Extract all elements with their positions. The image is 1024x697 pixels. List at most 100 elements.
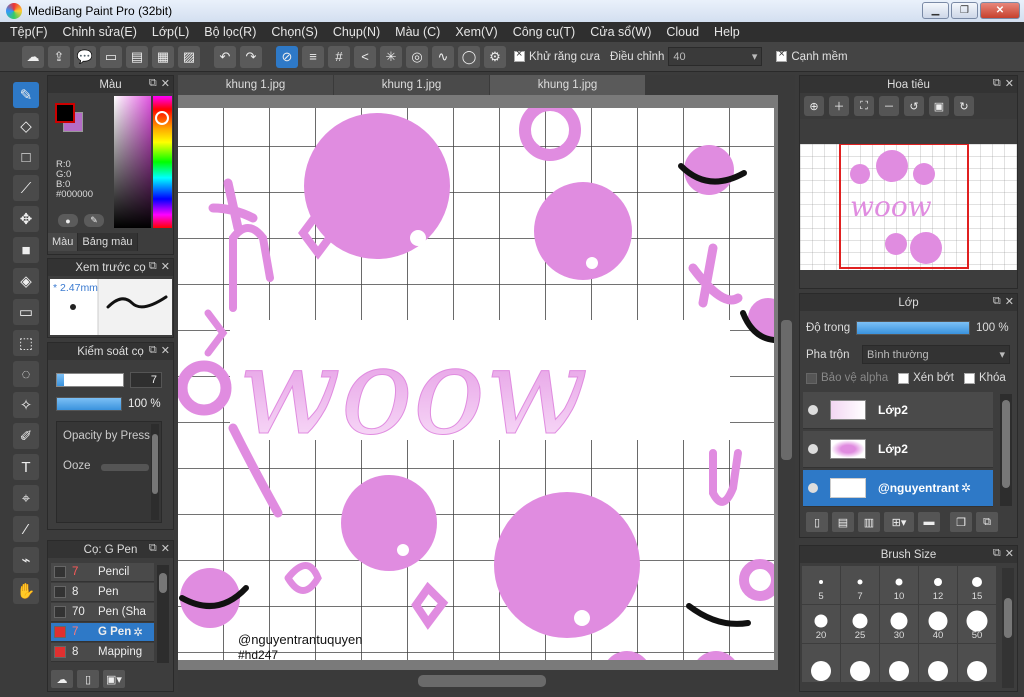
menu-tools[interactable]: Công cụ(T) bbox=[513, 25, 576, 39]
hue-handle[interactable] bbox=[155, 111, 169, 125]
brush-size-option[interactable]: 50 bbox=[958, 605, 996, 643]
brush-size-option[interactable]: 40 bbox=[919, 605, 957, 643]
popout-icon[interactable]: ⧉ bbox=[993, 295, 1001, 308]
navigator-thumbnail[interactable]: woow bbox=[800, 143, 1017, 270]
menu-select[interactable]: Chọn(S) bbox=[271, 25, 318, 39]
options-scrollbar[interactable] bbox=[151, 424, 159, 520]
gear-icon[interactable]: ✲ bbox=[961, 481, 971, 495]
lock-checkbox[interactable] bbox=[963, 372, 975, 384]
brush-opacity-slider[interactable] bbox=[56, 397, 122, 411]
layer-row[interactable]: Lớp2 bbox=[803, 431, 993, 468]
page-manager-icon[interactable]: ▦ bbox=[152, 45, 174, 68]
popout-icon[interactable]: ⧉ bbox=[149, 77, 157, 90]
zoom-out-icon[interactable]: － bbox=[879, 96, 899, 116]
brush-size-option[interactable] bbox=[919, 644, 957, 682]
brush-item-mapping[interactable]: 8 Mapping bbox=[51, 643, 154, 662]
snap-grid-icon[interactable]: # bbox=[328, 45, 350, 68]
menu-cloud[interactable]: Cloud bbox=[666, 25, 699, 39]
eye-icon[interactable] bbox=[808, 483, 818, 493]
minimize-button[interactable]: ▁ bbox=[922, 2, 949, 19]
actual-size-icon[interactable]: ▣ bbox=[929, 96, 949, 116]
eraser-tool-icon[interactable]: ◇ bbox=[13, 113, 39, 139]
lasso-tool-icon[interactable]: ◌ bbox=[13, 361, 39, 387]
close-icon[interactable]: ✕ bbox=[1005, 295, 1014, 308]
layer-row[interactable]: Lớp2 bbox=[803, 392, 993, 429]
blur-tool-icon[interactable]: ⟋ bbox=[13, 175, 39, 201]
snap-curve-icon[interactable]: ∿ bbox=[432, 45, 454, 68]
blend-mode-select[interactable]: Bình thường ▾ bbox=[862, 345, 1010, 364]
brush-size-scrollbar[interactable] bbox=[1002, 568, 1014, 688]
tab-document-3[interactable]: khung 1.jpg bbox=[490, 75, 645, 95]
select-tool-icon[interactable]: ⬚ bbox=[13, 330, 39, 356]
fill-rect-tool-icon[interactable]: ■ bbox=[13, 237, 39, 263]
adjust-select[interactable]: 40 ▾ bbox=[668, 47, 763, 66]
menu-layer[interactable]: Lớp(L) bbox=[152, 25, 189, 39]
snap-parallel-icon[interactable]: ≡ bbox=[302, 45, 324, 68]
operation-tool-icon[interactable]: ⌖ bbox=[13, 485, 39, 511]
brush-item-pen-shading[interactable]: 70 Pen (Sha bbox=[51, 603, 154, 622]
merge-layer-icon[interactable]: ⧉ bbox=[976, 512, 998, 532]
eyedropper-tool-icon[interactable]: ⌁ bbox=[13, 547, 39, 573]
rotate-left-icon[interactable]: ↺ bbox=[904, 96, 924, 116]
menu-window[interactable]: Cửa sổ(W) bbox=[590, 25, 651, 39]
menu-view[interactable]: Xem(V) bbox=[455, 25, 497, 39]
tab-color[interactable]: Màu bbox=[48, 233, 79, 251]
brush-size-option[interactable]: 7 bbox=[841, 566, 879, 604]
duplicate-layer-icon[interactable]: ❐ bbox=[950, 512, 972, 532]
brush-size-option[interactable] bbox=[880, 644, 918, 682]
menu-snap[interactable]: Chụp(N) bbox=[333, 25, 380, 39]
popout-icon[interactable]: ⧉ bbox=[149, 542, 157, 555]
share-icon[interactable]: ⇪ bbox=[48, 45, 70, 68]
popout-icon[interactable]: ⧉ bbox=[993, 547, 1001, 560]
saturation-value-picker[interactable] bbox=[114, 96, 151, 228]
redo-icon[interactable]: ↷ bbox=[240, 45, 262, 68]
layer-row-active[interactable]: @nguyentrant ✲ bbox=[803, 470, 993, 507]
soft-edge-checkbox[interactable] bbox=[776, 48, 788, 62]
zoom-in-icon[interactable]: ＋ bbox=[829, 96, 849, 116]
snap-ellipse-icon[interactable]: ◯ bbox=[458, 45, 480, 68]
tab-document-2[interactable]: khung 1.jpg bbox=[334, 75, 489, 95]
brush-size-value[interactable]: 7 bbox=[130, 372, 162, 388]
new-halftone-layer-icon[interactable]: ▤ bbox=[832, 512, 854, 532]
brush-size-option[interactable] bbox=[958, 644, 996, 682]
brush-size-option[interactable]: 5 bbox=[802, 566, 840, 604]
brush-size-option[interactable]: 30 bbox=[880, 605, 918, 643]
cloud-icon[interactable]: ☁ bbox=[22, 45, 44, 68]
add-layer-menu-icon[interactable]: ⊞▾ bbox=[884, 512, 914, 532]
brush-item-pen[interactable]: 8 Pen bbox=[51, 583, 154, 602]
undo-icon[interactable]: ↶ bbox=[214, 45, 236, 68]
layer-opacity-slider[interactable] bbox=[856, 321, 970, 335]
color-add-icon[interactable]: ● bbox=[58, 214, 78, 227]
snap-radial-icon[interactable]: ✳ bbox=[380, 45, 402, 68]
brush-size-option[interactable]: 15 bbox=[958, 566, 996, 604]
protect-alpha-checkbox[interactable] bbox=[806, 372, 817, 384]
snap-circle-icon[interactable]: ◎ bbox=[406, 45, 428, 68]
popout-icon[interactable]: ⧉ bbox=[149, 260, 157, 273]
brush-item-g-pen[interactable]: 7 G Pen ✲ bbox=[51, 623, 154, 642]
gradient-tool-icon[interactable]: ▭ bbox=[13, 299, 39, 325]
select-pen-tool-icon[interactable]: ✐ bbox=[13, 423, 39, 449]
close-icon[interactable]: ✕ bbox=[161, 77, 170, 90]
page-icon[interactable]: ▤ bbox=[126, 45, 148, 68]
canvas-vertical-scrollbar[interactable] bbox=[778, 95, 795, 670]
snap-perspective-icon[interactable]: < bbox=[354, 45, 376, 68]
brush-add-menu-icon[interactable]: ▣▾ bbox=[103, 670, 125, 688]
text-tool-icon[interactable]: T bbox=[13, 454, 39, 480]
menu-color[interactable]: Màu (C) bbox=[395, 25, 440, 39]
popout-icon[interactable]: ⧉ bbox=[993, 77, 1001, 90]
foreground-color-swatch[interactable] bbox=[55, 103, 75, 123]
close-icon[interactable]: ✕ bbox=[1005, 77, 1014, 90]
speech-bubble-icon[interactable]: ▭ bbox=[100, 45, 122, 68]
menu-edit[interactable]: Chỉnh sửa(E) bbox=[63, 25, 137, 39]
color-eyedrop-icon[interactable]: ✎ bbox=[84, 214, 104, 227]
close-icon[interactable]: ✕ bbox=[161, 344, 170, 357]
eye-icon[interactable] bbox=[808, 405, 818, 415]
brush-size-slider[interactable] bbox=[56, 373, 124, 387]
layer-list-scrollbar[interactable] bbox=[1000, 394, 1012, 506]
brush-cloud-icon[interactable]: ☁ bbox=[51, 670, 73, 688]
close-button[interactable]: ✕ bbox=[980, 2, 1020, 19]
drawing-canvas[interactable]: woow @nguyentrantuquyen #hd247 bbox=[178, 108, 774, 660]
popout-icon[interactable]: ⧉ bbox=[149, 344, 157, 357]
tab-palette[interactable]: Bảng màu bbox=[78, 233, 138, 251]
clipping-checkbox[interactable] bbox=[898, 372, 910, 384]
